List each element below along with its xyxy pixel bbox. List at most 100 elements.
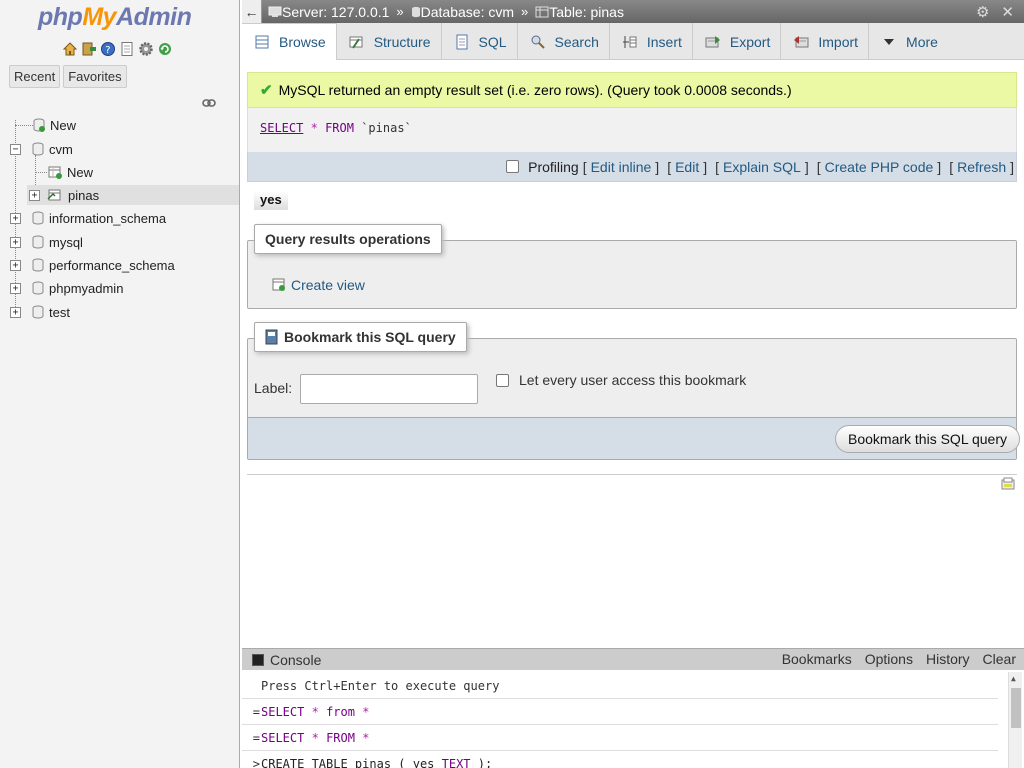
share-bookmark-label[interactable]: Let every user access this bookmark (519, 372, 746, 388)
console-bar[interactable]: Console Bookmarks Options History Clear (242, 648, 1024, 670)
tree-item-mysql[interactable]: + mysql (10, 232, 83, 252)
recent-tab[interactable]: Recent (9, 65, 61, 88)
explain-sql-link[interactable]: Explain SQL (723, 159, 801, 175)
console-clear-link[interactable]: Clear (983, 651, 1016, 667)
sql-keyword[interactable]: SELECT (260, 121, 303, 135)
documentation-icon[interactable] (119, 41, 135, 57)
bookmark-icon (265, 329, 278, 345)
expand-icon[interactable]: + (10, 259, 21, 271)
breadcrumb-table[interactable]: Table: pinas (535, 4, 624, 20)
tab-browse[interactable]: Browse (242, 23, 337, 60)
edit-link[interactable]: Edit (675, 159, 699, 175)
console-history-entry[interactable]: = SELECT * FROM * (242, 725, 998, 751)
tree-item-label: pinas (68, 187, 100, 203)
sql-operator: * (310, 121, 318, 135)
breadcrumb-server[interactable]: Server: 127.0.0.1 (268, 4, 389, 20)
phpmyadmin-logo[interactable]: phpMyAdmin (38, 3, 192, 32)
console-hint: Press Ctrl+Enter to execute query (242, 673, 998, 699)
tree-item-label: New (67, 164, 94, 180)
tree-item-label: New (50, 117, 77, 133)
print-view-icon[interactable] (1001, 477, 1015, 491)
bracket: ] (1010, 158, 1014, 175)
result-column-header[interactable]: yes (254, 191, 288, 210)
reload-icon[interactable] (157, 41, 173, 57)
console-history-entry[interactable]: > CREATE TABLE pinas ( yes TEXT ); (242, 751, 998, 768)
executed-sql-query[interactable]: SELECT * FROM `pinas` (247, 108, 1017, 152)
insert-icon (622, 34, 638, 50)
bracket: [ (816, 158, 821, 175)
new-database-icon (33, 118, 45, 132)
tab-search[interactable]: Search (518, 23, 610, 60)
link-with-main-panel-icon[interactable] (202, 97, 216, 112)
database-icon (32, 211, 44, 225)
share-bookmark-checkbox[interactable] (496, 374, 509, 387)
logout-icon[interactable] (81, 41, 97, 57)
import-icon (793, 34, 809, 50)
create-php-code-link[interactable]: Create PHP code (825, 159, 934, 175)
tree-connector (35, 172, 47, 173)
breadcrumb-database[interactable]: Database: cvm (411, 4, 514, 20)
home-icon[interactable] (62, 41, 78, 57)
tree-item-performance-schema[interactable]: + performance_schema (10, 255, 175, 275)
table-icon (47, 189, 61, 201)
tree-item-test[interactable]: + test (10, 302, 70, 322)
collapse-navigation-icon[interactable]: ← (242, 0, 262, 23)
bookmark-label-input[interactable] (300, 374, 478, 404)
refresh-link[interactable]: Refresh (957, 159, 1006, 175)
tree-item-new-table[interactable]: New (48, 162, 93, 182)
create-view-link[interactable]: Create view (272, 277, 365, 293)
bookmark-query-button[interactable]: Bookmark this SQL query (835, 425, 1020, 453)
settings-gear-icon[interactable] (138, 41, 154, 57)
favorites-tab[interactable]: Favorites (63, 65, 127, 88)
database-icon (32, 258, 44, 272)
structure-icon (349, 34, 365, 50)
search-icon (530, 34, 546, 50)
new-table-icon (48, 166, 62, 179)
console-options-link[interactable]: Options (865, 651, 913, 667)
settings-gear-icon[interactable]: ⚙ (976, 3, 989, 21)
profiling-label[interactable]: Profiling (528, 159, 579, 175)
browse-icon (254, 34, 270, 50)
expand-icon[interactable]: + (10, 236, 21, 248)
expand-icon[interactable]: + (10, 282, 21, 294)
table-icon (535, 6, 549, 17)
export-icon (705, 34, 721, 50)
close-icon[interactable]: ✕ (1001, 3, 1014, 21)
database-icon (411, 6, 420, 17)
bracket: [ (949, 158, 954, 175)
console-title[interactable]: Console (270, 652, 321, 668)
sql-keyword: FROM (325, 121, 354, 135)
console-bookmarks-link[interactable]: Bookmarks (782, 651, 852, 667)
console-history-entry[interactable]: = SELECT * from * (242, 699, 998, 725)
tree-item-label: information_schema (49, 210, 167, 226)
database-icon (32, 235, 44, 249)
expand-icon[interactable]: + (10, 212, 21, 224)
edit-inline-link[interactable]: Edit inline (591, 159, 652, 175)
tab-export[interactable]: Export (693, 23, 782, 60)
bracket: [ (667, 158, 672, 175)
collapse-icon[interactable]: − (10, 143, 21, 155)
chevron-down-icon (881, 34, 897, 50)
tree-item-pinas[interactable]: + pinas (27, 185, 239, 205)
profiling-checkbox[interactable] (506, 160, 520, 173)
scrollbar-thumb[interactable] (1011, 688, 1021, 728)
tab-sql[interactable]: SQL (442, 23, 518, 60)
recent-favorites-tabs: Recent Favorites (9, 65, 127, 88)
help-icon[interactable]: ? (100, 41, 116, 57)
tree-item-new-database[interactable]: New (33, 115, 76, 135)
tree-item-cvm[interactable]: − cvm (10, 139, 73, 159)
console-history-link[interactable]: History (926, 651, 970, 667)
expand-icon[interactable]: + (29, 189, 40, 201)
tree-item-information-schema[interactable]: + information_schema (10, 208, 166, 228)
bracket: ] (937, 158, 942, 175)
console-links: Bookmarks Options History Clear (769, 651, 1016, 667)
scroll-up-arrow-icon[interactable]: ▲ (1011, 674, 1016, 683)
expand-icon[interactable]: + (10, 306, 21, 318)
console-scrollbar[interactable]: ▲ (1008, 672, 1022, 768)
tab-structure[interactable]: Structure (337, 23, 442, 60)
tab-import[interactable]: Import (781, 23, 870, 60)
bracket: ] (703, 158, 708, 175)
tab-insert[interactable]: Insert (610, 23, 693, 60)
tab-more[interactable]: More (869, 23, 948, 60)
tree-item-phpmyadmin[interactable]: + phpmyadmin (10, 278, 123, 298)
